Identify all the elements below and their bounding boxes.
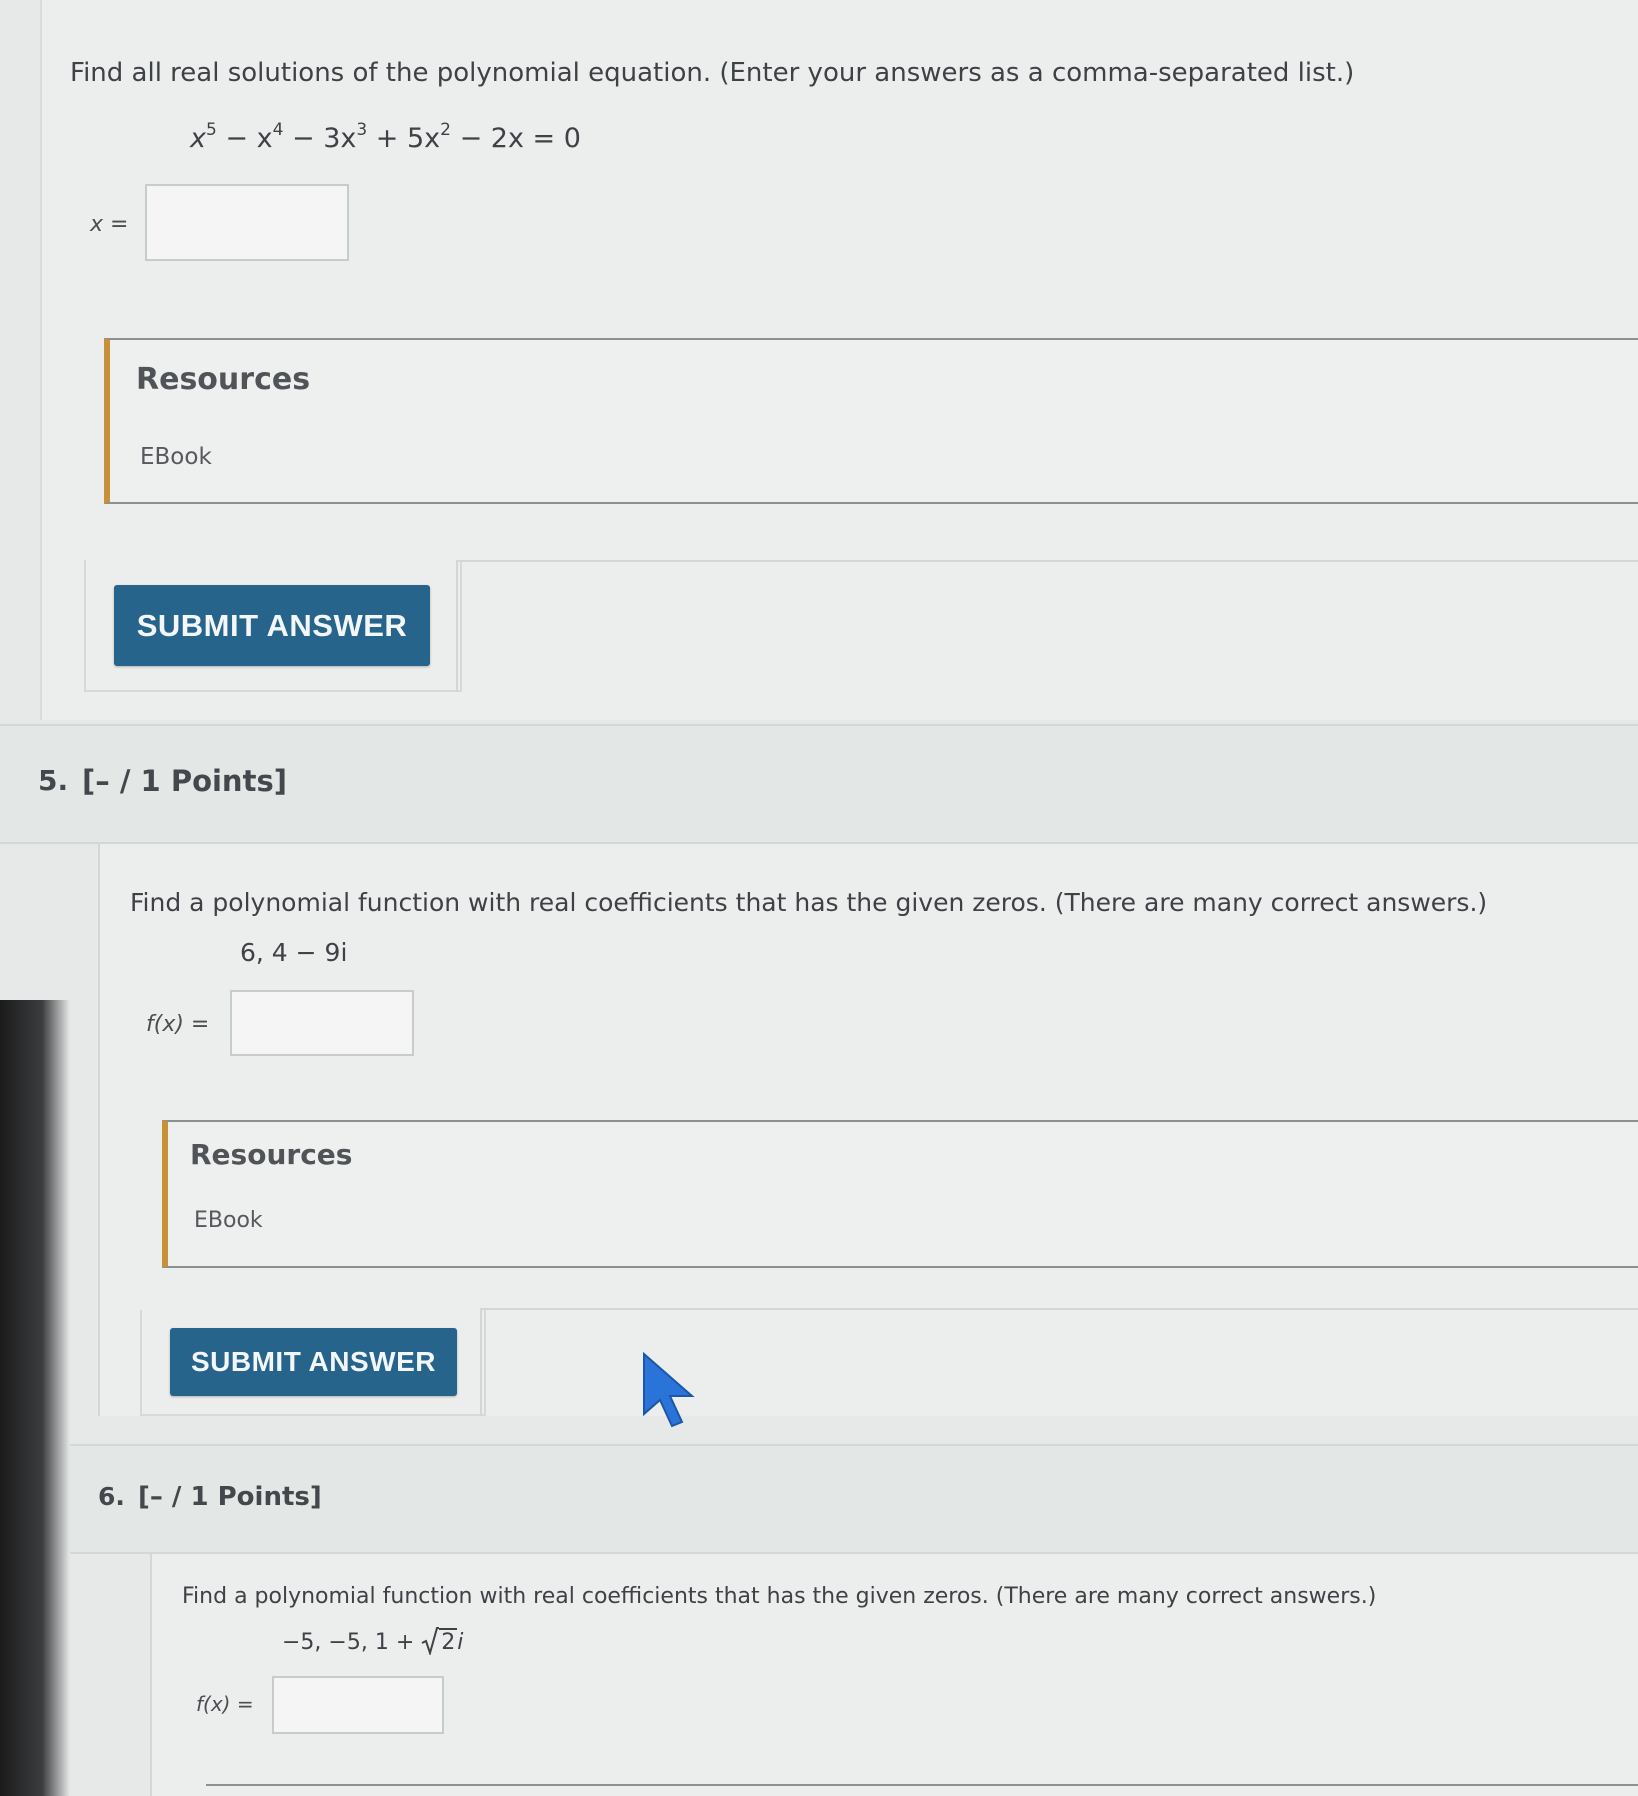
question-6-prompt: Find a polynomial function with real coe… xyxy=(182,1584,1377,1609)
question-6-resources-edge xyxy=(206,1784,1638,1796)
question-6-zeros-suffix: i xyxy=(457,1630,464,1655)
eq-term-1: x xyxy=(190,123,206,154)
question-4-ebook-link[interactable]: EBook xyxy=(140,444,212,470)
eq-exp-4: 2 xyxy=(440,120,451,140)
question-5-resources-title: Resources xyxy=(190,1138,353,1171)
question-4-message-area xyxy=(456,560,1638,692)
question-4-prompt: Find all real solutions of the polynomia… xyxy=(70,58,1355,88)
question-4-answer-label: x = xyxy=(90,212,129,237)
eq-term-4: + 5x xyxy=(367,123,441,154)
square-root-icon xyxy=(421,1627,440,1657)
question-4-resources-title: Resources xyxy=(136,362,311,397)
question-6-zeros: −5, −5, 1 + 2i xyxy=(282,1627,464,1657)
question-6-points: [– / 1 Points] xyxy=(138,1482,322,1512)
question-4-equation: x5 − x4 − 3x3 + 5x2 − 2x = 0 xyxy=(190,120,581,154)
eq-exp-2: 4 xyxy=(272,120,284,140)
question-4-answer-input[interactable] xyxy=(145,184,349,261)
question-5-resources-panel: Resources EBook xyxy=(162,1120,1638,1268)
question-6-zeros-radicand: 2 xyxy=(439,1628,458,1655)
question-4-resources-panel: Resources EBook xyxy=(104,338,1638,504)
question-5-ebook-link[interactable]: EBook xyxy=(194,1208,263,1233)
question-6-answer-label: f(x) = xyxy=(196,1692,254,1716)
eq-exp-1: 5 xyxy=(205,120,217,140)
question-5-submit-button[interactable]: SUBMIT ANSWER xyxy=(170,1328,457,1396)
question-6-header: 6. [– / 1 Points] xyxy=(70,1444,1638,1554)
eq-term-3: − 3x xyxy=(283,123,357,154)
mouse-pointer-icon xyxy=(643,1352,695,1428)
question-5-zeros: 6, 4 − 9i xyxy=(240,938,348,967)
question-5-header: 5. [– / 1 Points] xyxy=(0,724,1638,844)
question-6-answer-input[interactable] xyxy=(272,1676,444,1734)
question-5-points: [– / 1 Points] xyxy=(82,764,287,798)
screen-bezel-shadow xyxy=(0,1000,70,1796)
eq-term-5: − 2x = 0 xyxy=(450,123,581,154)
question-5-answer-input[interactable] xyxy=(230,990,414,1056)
eq-term-2: − x xyxy=(216,123,273,154)
question-5-answer-label: f(x) = xyxy=(146,1012,210,1037)
question-4-submit-button[interactable]: SUBMIT ANSWER xyxy=(114,585,430,666)
question-6-number: 6. xyxy=(98,1482,125,1511)
question-6-zeros-prefix: −5, −5, 1 + xyxy=(282,1630,422,1655)
question-5-number: 5. xyxy=(38,764,69,797)
question-5-prompt: Find a polynomial function with real coe… xyxy=(130,888,1488,917)
eq-exp-3: 3 xyxy=(356,120,368,140)
